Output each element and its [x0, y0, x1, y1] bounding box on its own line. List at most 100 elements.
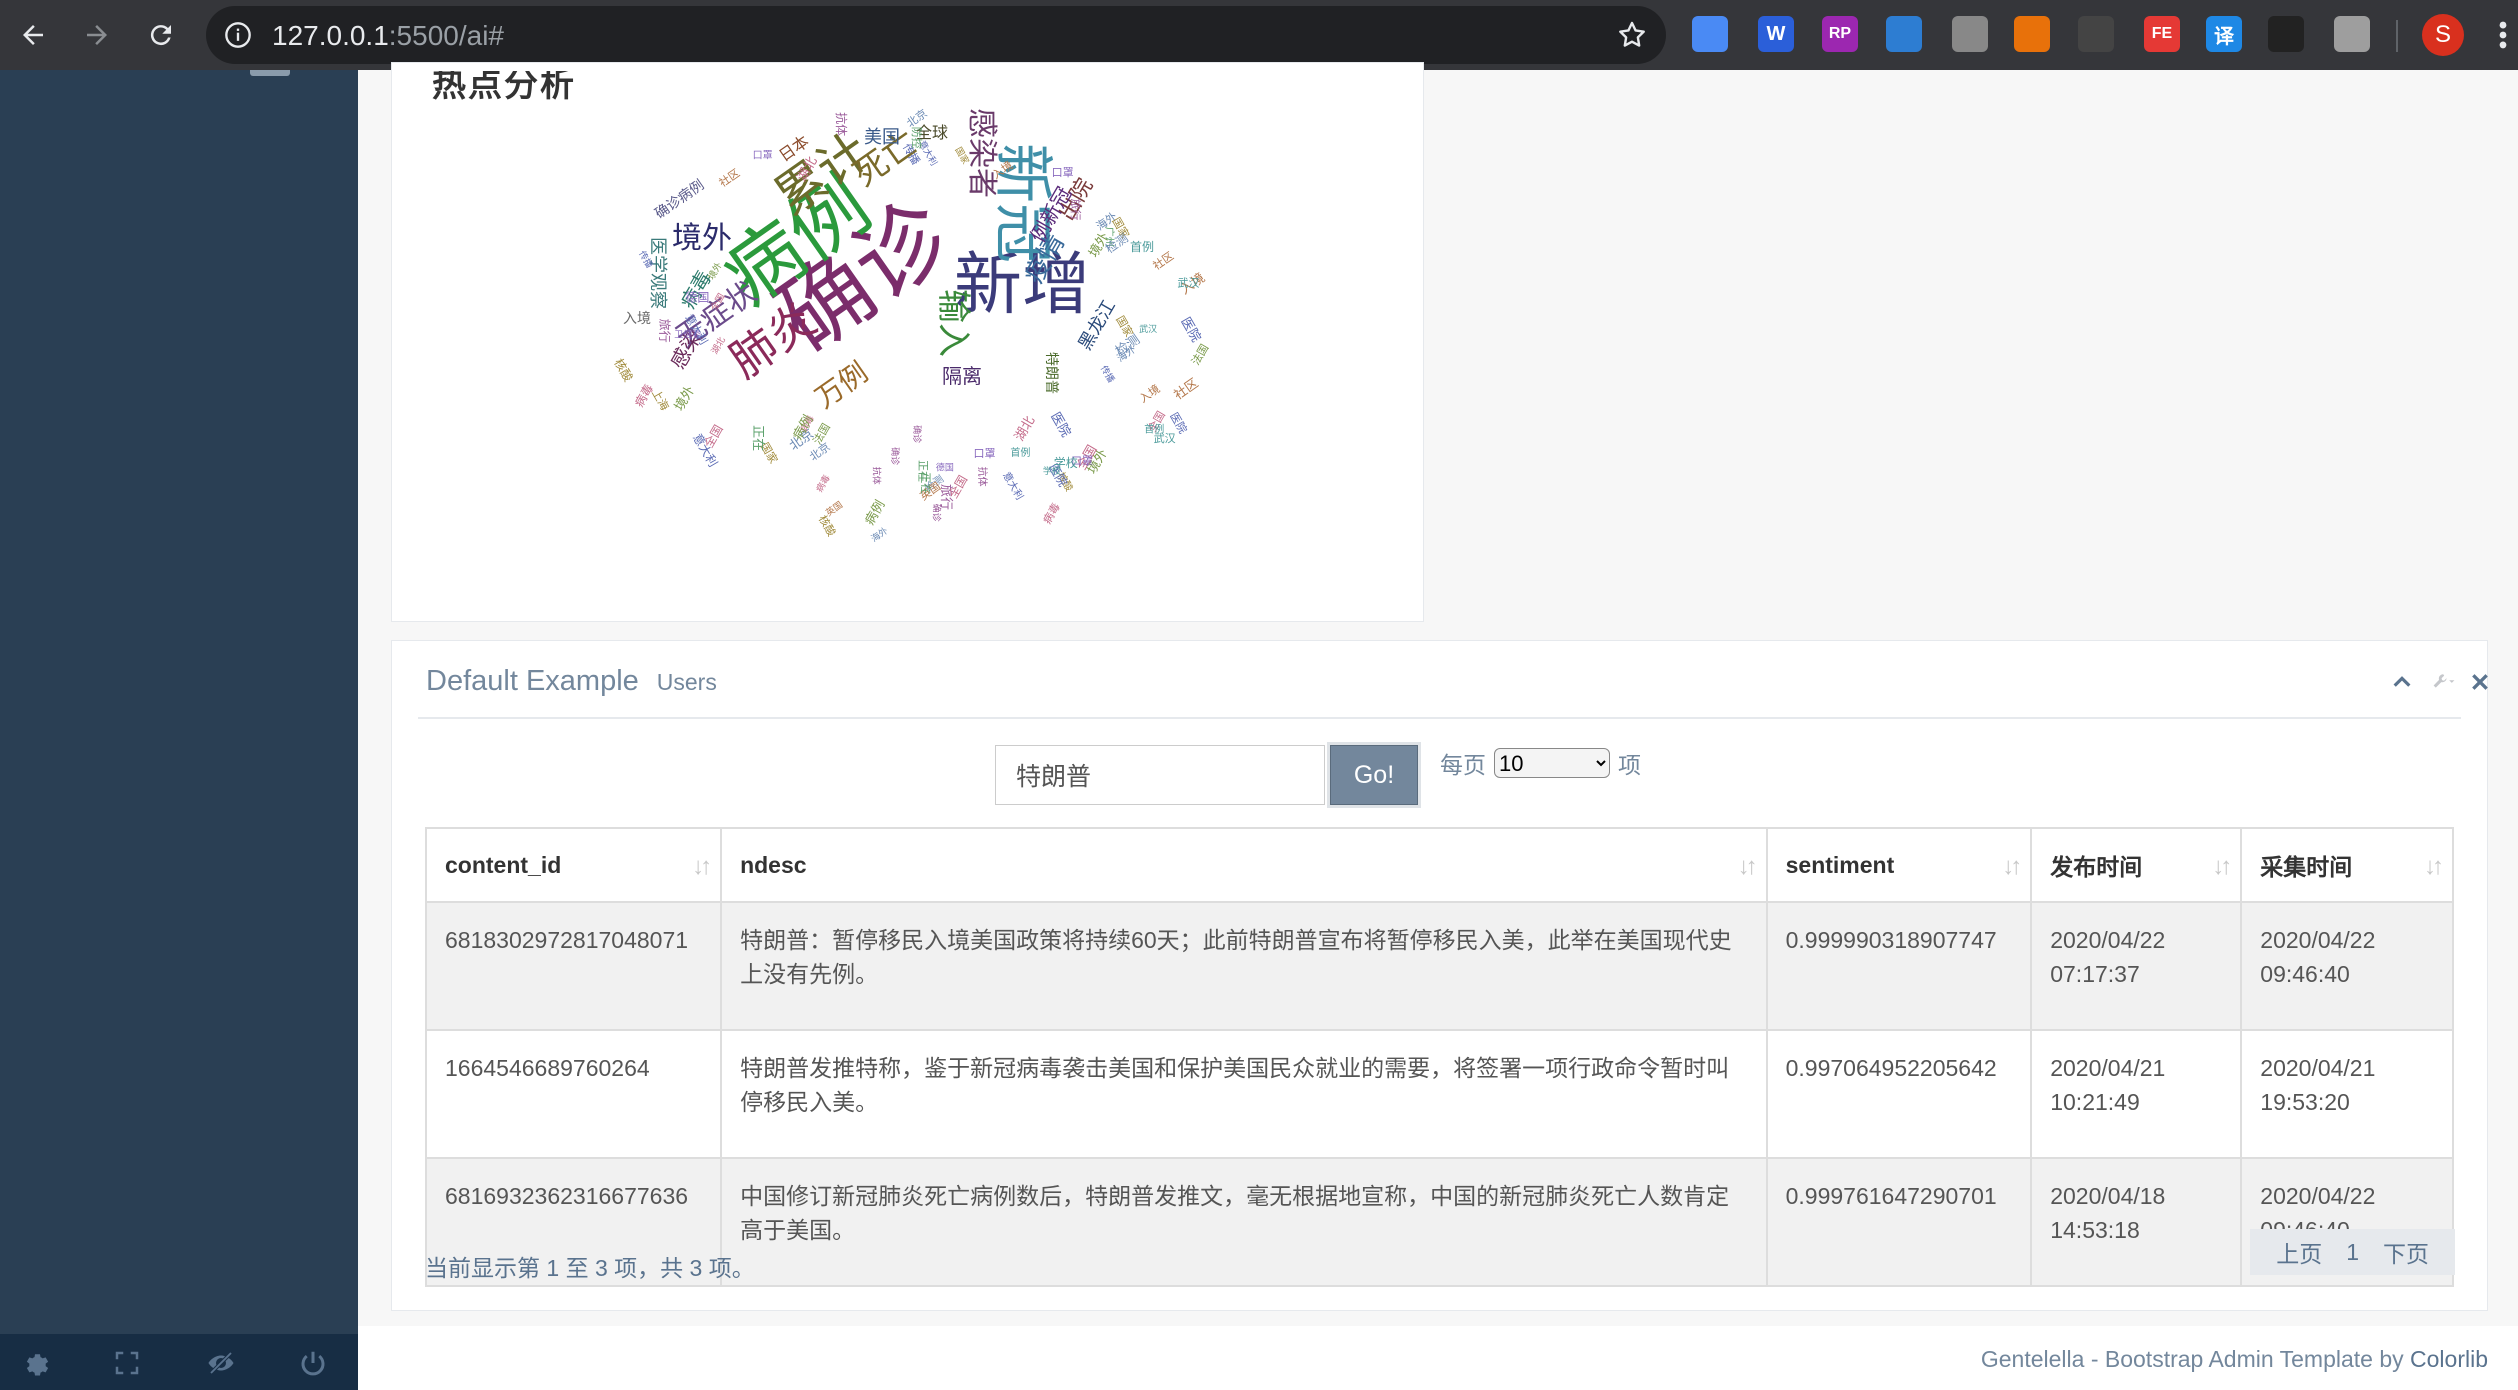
prev-page-button[interactable]: 上页 — [2264, 1235, 2334, 1269]
settings-dropdown[interactable] — [2429, 667, 2459, 697]
wordcloud-word-small: 境外 — [672, 384, 698, 414]
profile-avatar[interactable]: S — [2422, 14, 2464, 56]
cell-ndesc: 特朗普发推特称，鉴于新冠病毒袭击美国和保护美国民众就业的需要，将签署一项行政命令… — [720, 1029, 1768, 1159]
sort-icon: ↓↑ — [2424, 853, 2444, 880]
cell-collect-time: 2020/04/21 19:53:20 — [2240, 1029, 2454, 1159]
wordcloud-word: 确诊病例 — [652, 177, 707, 222]
translate-icon[interactable]: 译 — [2206, 16, 2242, 52]
wordcloud-word-small: 社区 — [716, 166, 742, 190]
wordcloud-word: 输入 — [933, 289, 973, 357]
column-header-label: 发布时间 — [2050, 854, 2143, 880]
search-input[interactable] — [995, 745, 1325, 805]
cloud-note-icon[interactable] — [1692, 16, 1728, 52]
wordcloud-panel: 热点分析 确诊 病例 新增 新冠 累计 肺炎 死亡 感染者 境外 输入 无症状 万例 疫情 隔离 病毒 感染美… — [391, 62, 1424, 622]
sidebar-footer — [0, 1334, 358, 1390]
column-header[interactable]: ndesc ↓↑ — [720, 827, 1768, 903]
address-bar[interactable]: 127.0.0.1:5500/ai# — [206, 6, 1666, 64]
glasses-icon[interactable] — [2268, 16, 2304, 52]
column-header[interactable]: sentiment ↓↑ — [1765, 827, 2033, 903]
url-text: 127.0.0.1:5500/ai# — [272, 20, 504, 52]
per-page-suffix: 项 — [1618, 752, 1641, 778]
close-icon — [2472, 674, 2488, 690]
go-button[interactable]: Go! — [1330, 745, 1418, 805]
hidden-icon[interactable] — [2078, 16, 2114, 52]
page-footer: Gentelella - Bootstrap Admin Template by… — [358, 1326, 2518, 1390]
wordcloud-word: 美国 — [864, 127, 900, 148]
bookmark-star-icon[interactable] — [1616, 19, 1648, 51]
table-row: 1664546689760264 特朗普发推特称，鉴于新冠病毒袭击美国和保护美国… — [424, 1029, 2454, 1159]
footer-link[interactable]: Colorlib — [2410, 1346, 2488, 1372]
menu-kebab-icon[interactable] — [2488, 18, 2518, 52]
wordcloud-word-small: 海外 — [869, 525, 891, 545]
wordcloud-word-small: 医院 — [1177, 315, 1203, 345]
logout-button[interactable] — [296, 1346, 330, 1380]
wordcloud-word-small: 德国 — [936, 461, 954, 473]
wordcloud-word-small: 德国 — [685, 289, 709, 304]
settings-button[interactable] — [18, 1346, 52, 1380]
per-page-label: 每页 — [1440, 752, 1486, 778]
wordcloud-word-small: 病毒 — [1040, 500, 1063, 526]
chevron-up-icon — [2393, 676, 2411, 687]
wordcloud-word-small: 首例 — [1130, 240, 1154, 254]
cell-sentiment: 0.999761647290701 — [1765, 1157, 2033, 1287]
wordcloud-word: 入境 — [623, 311, 651, 327]
info-icon[interactable] — [224, 21, 252, 49]
wordcloud-word-small: 口罩 — [753, 150, 773, 162]
collapse-button[interactable] — [2387, 667, 2417, 697]
column-header-label: 采集时间 — [2260, 854, 2353, 880]
next-page-button[interactable]: 下页 — [2371, 1235, 2441, 1269]
page-number-1[interactable]: 1 — [2334, 1239, 2371, 1266]
eye-slash-icon — [208, 1351, 234, 1375]
cell-collect-time: 2020/04/22 09:46:40 — [2240, 901, 2454, 1031]
wordcloud-word-small: 核酸 — [816, 513, 839, 539]
wordcloud-word-small: 医院 — [1047, 410, 1073, 440]
lock-button[interactable] — [204, 1346, 238, 1380]
forward-button[interactable] — [72, 10, 122, 60]
cell-ndesc: 中国修订新冠肺炎死亡病例数后，特朗普发推文，毫无根据地宣称，中国的新冠肺炎死亡人… — [720, 1157, 1768, 1287]
cell-publish-time: 2020/04/22 07:17:37 — [2030, 901, 2243, 1031]
column-header[interactable]: 发布时间 ↓↑ — [2030, 827, 2243, 903]
footer-credit: Gentelella - Bootstrap Admin Template by — [1980, 1346, 2411, 1372]
wordcloud-word-small: 意大利 — [1000, 470, 1026, 502]
forward-arrow-icon — [87, 25, 107, 45]
word-icon[interactable]: W — [1758, 16, 1794, 52]
sort-icon: ↓↑ — [2002, 853, 2022, 880]
wordcloud-word-small: 病毒 — [813, 473, 832, 495]
close-button[interactable] — [2465, 667, 2495, 697]
sort-icon: ↓↑ — [1737, 853, 1758, 880]
printer-icon[interactable] — [1952, 16, 1988, 52]
column-header[interactable]: 采集时间 ↓↑ — [2240, 827, 2454, 903]
reload-button[interactable] — [136, 10, 186, 60]
wordcloud-word: 特朗普 — [1043, 352, 1059, 394]
circle-icon[interactable] — [2334, 16, 2370, 52]
wordcloud-word-small: 抗体 — [870, 467, 882, 485]
wordcloud-word-small: 病例 — [862, 498, 888, 528]
url-host: 127.0.0.1 — [272, 20, 389, 51]
reload-icon — [150, 25, 171, 46]
column-header[interactable]: content_id ↓↑ — [424, 827, 723, 903]
fe-icon[interactable]: FE — [2144, 16, 2180, 52]
per-page-select[interactable]: 10 — [1494, 748, 1610, 778]
footer-text: Gentelella - Bootstrap Admin Template by… — [1981, 1346, 2488, 1373]
spiral-icon[interactable] — [2014, 16, 2050, 52]
browser-toolbar: 127.0.0.1:5500/ai# W RP FE 译 S — [0, 0, 2518, 70]
results-table: content_id ↓↑ ndesc ↓↑ sentiment ↓↑ 发布时间 ↓↑ … — [424, 827, 2454, 1287]
back-button[interactable] — [8, 10, 58, 60]
sort-icon: ↓↑ — [2212, 853, 2232, 880]
wordcloud-word-small: 法国 — [1188, 341, 1211, 367]
wordcloud-word-small: 武汉 — [1177, 276, 1199, 289]
wordcloud-word-small: 首例 — [1144, 423, 1164, 436]
cell-ndesc: 特朗普：暂停移民入境美国政策将持续60天；此前特朗普宣布将暂停移民入美，此举在美… — [720, 901, 1768, 1031]
cell-sentiment: 0.997064952205642 — [1765, 1029, 2033, 1159]
panel-title: Default Example Users — [426, 665, 717, 698]
wordcloud-word: 隔离 — [942, 364, 982, 388]
wordcloud-word-small: 抗体 — [976, 467, 989, 487]
table-info: 当前显示第 1 至 3 项，共 3 项。 — [425, 1255, 755, 1281]
camera-icon[interactable] — [1886, 16, 1922, 52]
cell-content-id: 6818302972817048071 — [424, 901, 723, 1031]
wordcloud-word-small: 防控 — [910, 127, 924, 149]
column-header-label: ndesc — [740, 851, 807, 878]
rp-icon[interactable]: RP — [1822, 16, 1858, 52]
fullscreen-button[interactable] — [110, 1346, 144, 1380]
wordcloud-word-small: 正在 — [750, 425, 765, 451]
